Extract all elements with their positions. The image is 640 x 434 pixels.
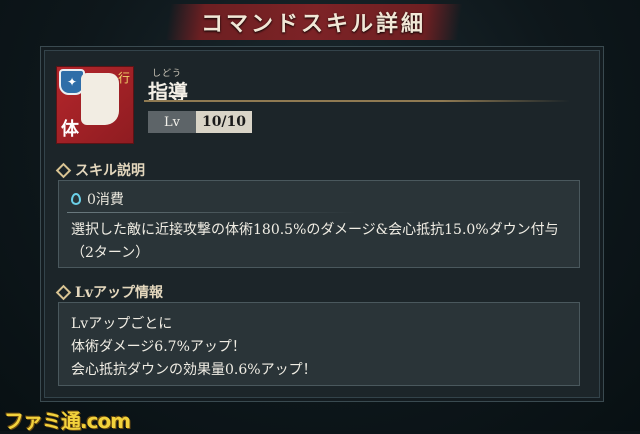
cost-text: 0消費 <box>87 192 124 208</box>
levelup-heading-label: Lvアップ情報 <box>75 285 163 301</box>
skill-description-heading: スキル説明 <box>55 160 145 180</box>
skill-description-text: 選択した敵に近接攻撃の体術180.5%のダメージ&会心抵抗15.0%ダウン付与（… <box>71 222 559 261</box>
levelup-line: 会心抵抗ダウンの効果量0.6%アップ！ <box>71 362 317 378</box>
skill-description-heading-label: スキル説明 <box>75 163 145 179</box>
watermark-logo: ファミ通.com <box>4 409 131 433</box>
page-title: コマンドスキル詳細 <box>201 11 427 37</box>
diamond-icon <box>55 162 72 178</box>
corner-mark: 行 <box>117 71 130 85</box>
levelup-box: Lvアップごとに 体術ダメージ6.7%アップ！ 会心抵抗ダウンの効果量0.6%ア… <box>58 302 580 386</box>
cost-row: 0消費 <box>71 189 124 209</box>
drop-icon <box>71 193 81 205</box>
diamond-icon <box>55 284 72 300</box>
levelup-line: 体術ダメージ6.7%アップ！ <box>71 339 246 355</box>
levelup-heading: Lvアップ情報 <box>55 282 163 302</box>
name-divider <box>144 100 570 102</box>
levelup-lines: Lvアップごとに 体術ダメージ6.7%アップ！ 会心抵抗ダウンの効果量0.6%ア… <box>71 313 317 382</box>
type-badge: 体 <box>61 119 79 140</box>
level-label: Lv <box>148 111 196 133</box>
fist-icon <box>81 73 119 125</box>
level-value: 10/10 <box>196 111 252 133</box>
skill-description-box: 0消費 選択した敵に近接攻撃の体術180.5%のダメージ&会心抵抗15.0%ダウ… <box>58 180 580 268</box>
fist-skill-icon: ✦ 行 体 <box>56 66 134 144</box>
levelup-line: Lvアップごとに <box>71 316 173 332</box>
cost-divider <box>67 212 357 213</box>
title-banner: コマンドスキル詳細 <box>165 4 463 40</box>
